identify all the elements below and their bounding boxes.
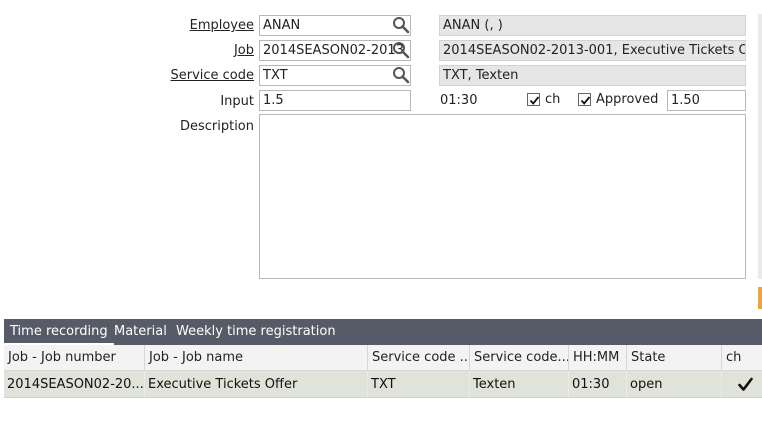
cell-service-code: TXT: [368, 371, 470, 398]
cell-job-name: Executive Tickets Offer: [145, 371, 368, 398]
column-header-job-number[interactable]: Job - Job number: [4, 345, 145, 371]
description-label: Description: [179, 119, 254, 134]
search-icon[interactable]: [392, 16, 410, 34]
ch-label: ch: [545, 92, 561, 107]
table-header: Job - Job number Job - Job name Service …: [4, 345, 762, 371]
job-display: 2014SEASON02-2013-001, Executive Tickets…: [439, 40, 746, 61]
approved-value-field[interactable]: 1.50: [667, 90, 746, 111]
tab-time-recording[interactable]: Time recording: [4, 319, 114, 345]
cell-ch: [722, 371, 762, 398]
column-header-job-name[interactable]: Job - Job name: [145, 345, 368, 371]
cell-hhmm: 01:30: [569, 371, 627, 398]
job-input[interactable]: 2014SEASON02-2013: [259, 40, 411, 61]
employee-input[interactable]: ANAN: [259, 15, 411, 36]
column-header-state[interactable]: State: [627, 345, 722, 371]
tab-material[interactable]: Material: [108, 319, 173, 345]
resize-handle[interactable]: [758, 287, 762, 309]
service-code-display: TXT, Texten: [439, 65, 746, 86]
column-header-hhmm[interactable]: HH:MM: [569, 345, 627, 371]
column-header-service-code-name[interactable]: Service code...: [470, 345, 569, 371]
column-header-ch[interactable]: ch: [722, 345, 762, 371]
job-label: Job: [233, 43, 254, 58]
employee-display: ANAN (, ): [439, 15, 746, 36]
column-header-service-code[interactable]: Service code ...: [368, 345, 470, 371]
cell-job-number: 2014SEASON02-20...: [4, 371, 145, 398]
cell-state: open: [627, 371, 722, 398]
ch-checkbox[interactable]: [527, 93, 540, 106]
input-field[interactable]: 1.5: [259, 90, 411, 111]
approved-checkbox[interactable]: [578, 93, 591, 106]
input-label: Input: [220, 94, 254, 109]
search-icon[interactable]: [392, 41, 410, 59]
description-textarea[interactable]: [259, 114, 746, 279]
employee-label: Employee: [189, 18, 254, 33]
search-icon[interactable]: [392, 66, 410, 84]
service-code-label: Service code: [170, 68, 254, 83]
service-code-input[interactable]: TXT: [259, 65, 411, 86]
approved-label: Approved: [596, 92, 659, 107]
scrollbar[interactable]: [758, 14, 762, 279]
input-time-readout: 01:30: [440, 93, 478, 108]
tab-weekly-time-registration[interactable]: Weekly time registration: [170, 319, 342, 345]
checkmark-icon: [738, 377, 753, 391]
table-row[interactable]: 2014SEASON02-20... Executive Tickets Off…: [4, 371, 762, 398]
tab-bar: Time recording Material Weekly time regi…: [4, 319, 762, 345]
cell-service-name: Texten: [470, 371, 569, 398]
